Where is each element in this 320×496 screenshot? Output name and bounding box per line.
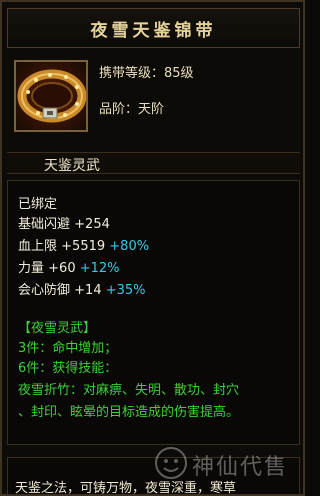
stat-value: +60 (48, 261, 76, 276)
item-title-bar: 夜雪天鉴锦带 (7, 8, 300, 48)
stat-line: 力量 +60 +12% (18, 257, 120, 276)
stat-name: 基础闪避 (18, 217, 71, 232)
stat-percent: +12% (79, 261, 120, 276)
set-bonus-3: 3件：命中增加； (18, 341, 118, 356)
set-skill-line-1: 夜雪折竹：对麻痹、失明、散功、封穴 (18, 383, 240, 398)
stat-percent: +80% (109, 239, 150, 254)
stats-box: 已绑定 基础闪避 +254 血上限 +5519 +80% 力量 +60 +12%… (7, 180, 300, 445)
item-category-bar: 天鉴灵武 (7, 152, 300, 174)
stat-value: +254 (74, 217, 110, 232)
stat-name: 力量 (18, 261, 45, 276)
item-grade: 品阶：天阶 (99, 102, 165, 117)
stat-name: 会心防御 (18, 283, 71, 298)
belt-icon (17, 69, 86, 123)
set-name: 【夜雪灵武】 (18, 321, 97, 336)
stat-line: 基础闪避 +254 (18, 213, 110, 232)
stat-value: +5519 (61, 239, 106, 254)
bound-status: 已绑定 (18, 197, 58, 212)
stat-line: 会心防御 +14 +35% (18, 279, 146, 298)
watermark: 神仙代售 (152, 443, 302, 483)
stat-name: 血上限 (18, 239, 58, 254)
item-category: 天鉴灵武 (44, 158, 100, 174)
stat-value: +14 (74, 283, 102, 298)
stat-line: 血上限 +5519 +80% (18, 235, 149, 254)
watermark-logo-icon (155, 447, 187, 479)
watermark-text: 神仙代售 (192, 455, 289, 480)
item-tooltip-panel: 夜雪天鉴锦带 携带等级：85级 品阶：天阶 天鉴灵武 已绑定 基础闪避 +254… (0, 0, 305, 496)
set-bonus-6: 6件：获得技能： (18, 361, 118, 376)
stat-percent: +35% (105, 283, 146, 298)
set-skill-line-2: 、封印、眩晕的目标造成的伤害提高。 (18, 405, 240, 420)
item-title: 夜雪天鉴锦带 (90, 20, 217, 41)
carry-level: 携带等级：85级 (99, 66, 194, 81)
item-icon[interactable] (14, 60, 88, 132)
